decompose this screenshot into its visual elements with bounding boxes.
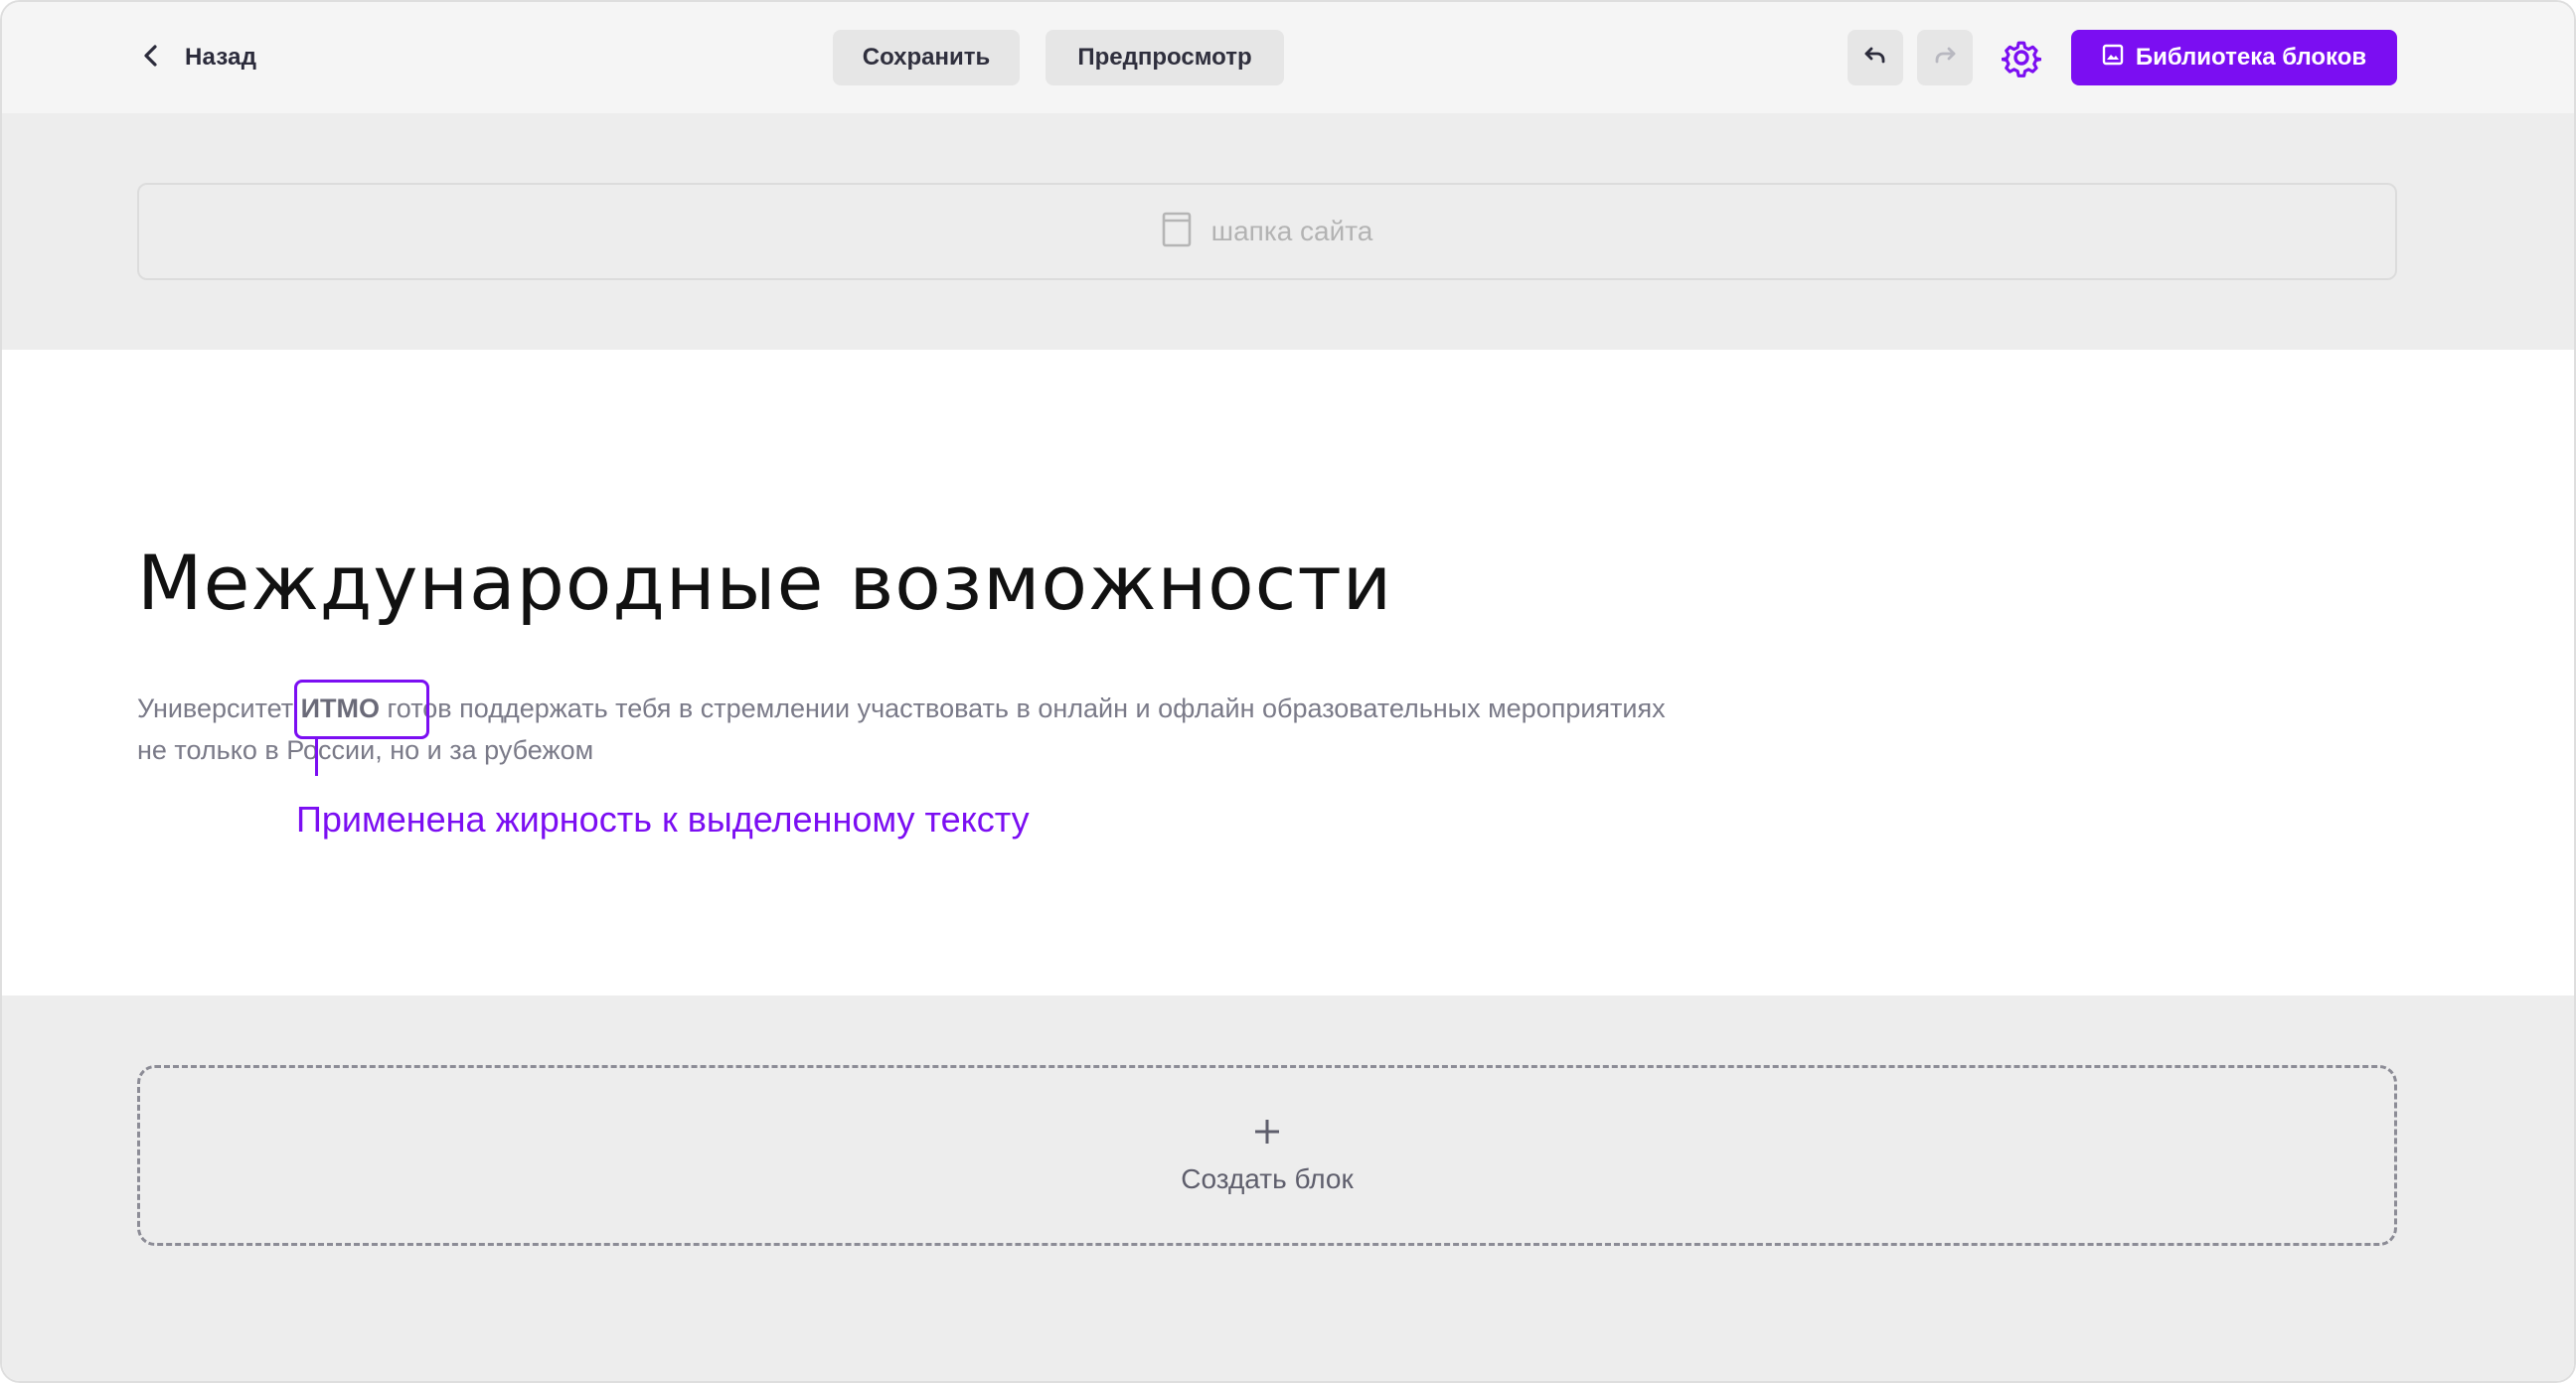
undo-icon [1861, 42, 1889, 75]
gear-icon [2000, 41, 2042, 81]
paragraph-text-before: Университет [137, 693, 301, 723]
settings-button[interactable] [2000, 38, 2042, 77]
preview-button[interactable]: Предпросмотр [1046, 30, 1284, 85]
create-block-button[interactable]: Создать блок [137, 1065, 2397, 1246]
block-library-label: Библиотека блоков [2135, 44, 2367, 71]
plus-icon [1252, 1117, 1282, 1152]
editor-window: Назад Сохранить Предпросмотр Библиотека … [0, 0, 2576, 1383]
site-header-zone: шапка сайта [2, 113, 2574, 350]
back-button[interactable]: Назад [141, 38, 256, 77]
redo-icon [1931, 42, 1959, 75]
back-label: Назад [185, 44, 257, 71]
site-header-placeholder[interactable]: шапка сайта [137, 183, 2397, 280]
page-icon [1162, 212, 1192, 252]
page-title[interactable]: Международные возможности [137, 538, 1392, 627]
block-library-button[interactable]: Библиотека блоков [2071, 30, 2397, 85]
create-block-label: Создать блок [1181, 1162, 1354, 1194]
content-block: Международные возможности Университет ИТ… [2, 350, 2574, 996]
create-block-zone: Создать блок [2, 996, 2574, 1381]
selection-highlight [294, 680, 429, 739]
annotation-label: Применена жирность к выделенному тексту [296, 799, 1030, 840]
redo-button[interactable] [1917, 30, 1973, 85]
chevron-left-icon [141, 44, 161, 73]
image-icon [2102, 44, 2124, 73]
annotation-connector [315, 738, 318, 776]
save-button[interactable]: Сохранить [833, 30, 1020, 85]
site-header-label: шапка сайта [1210, 216, 1373, 246]
top-toolbar: Назад Сохранить Предпросмотр Библиотека … [2, 2, 2574, 113]
undo-button[interactable] [1848, 30, 1903, 85]
